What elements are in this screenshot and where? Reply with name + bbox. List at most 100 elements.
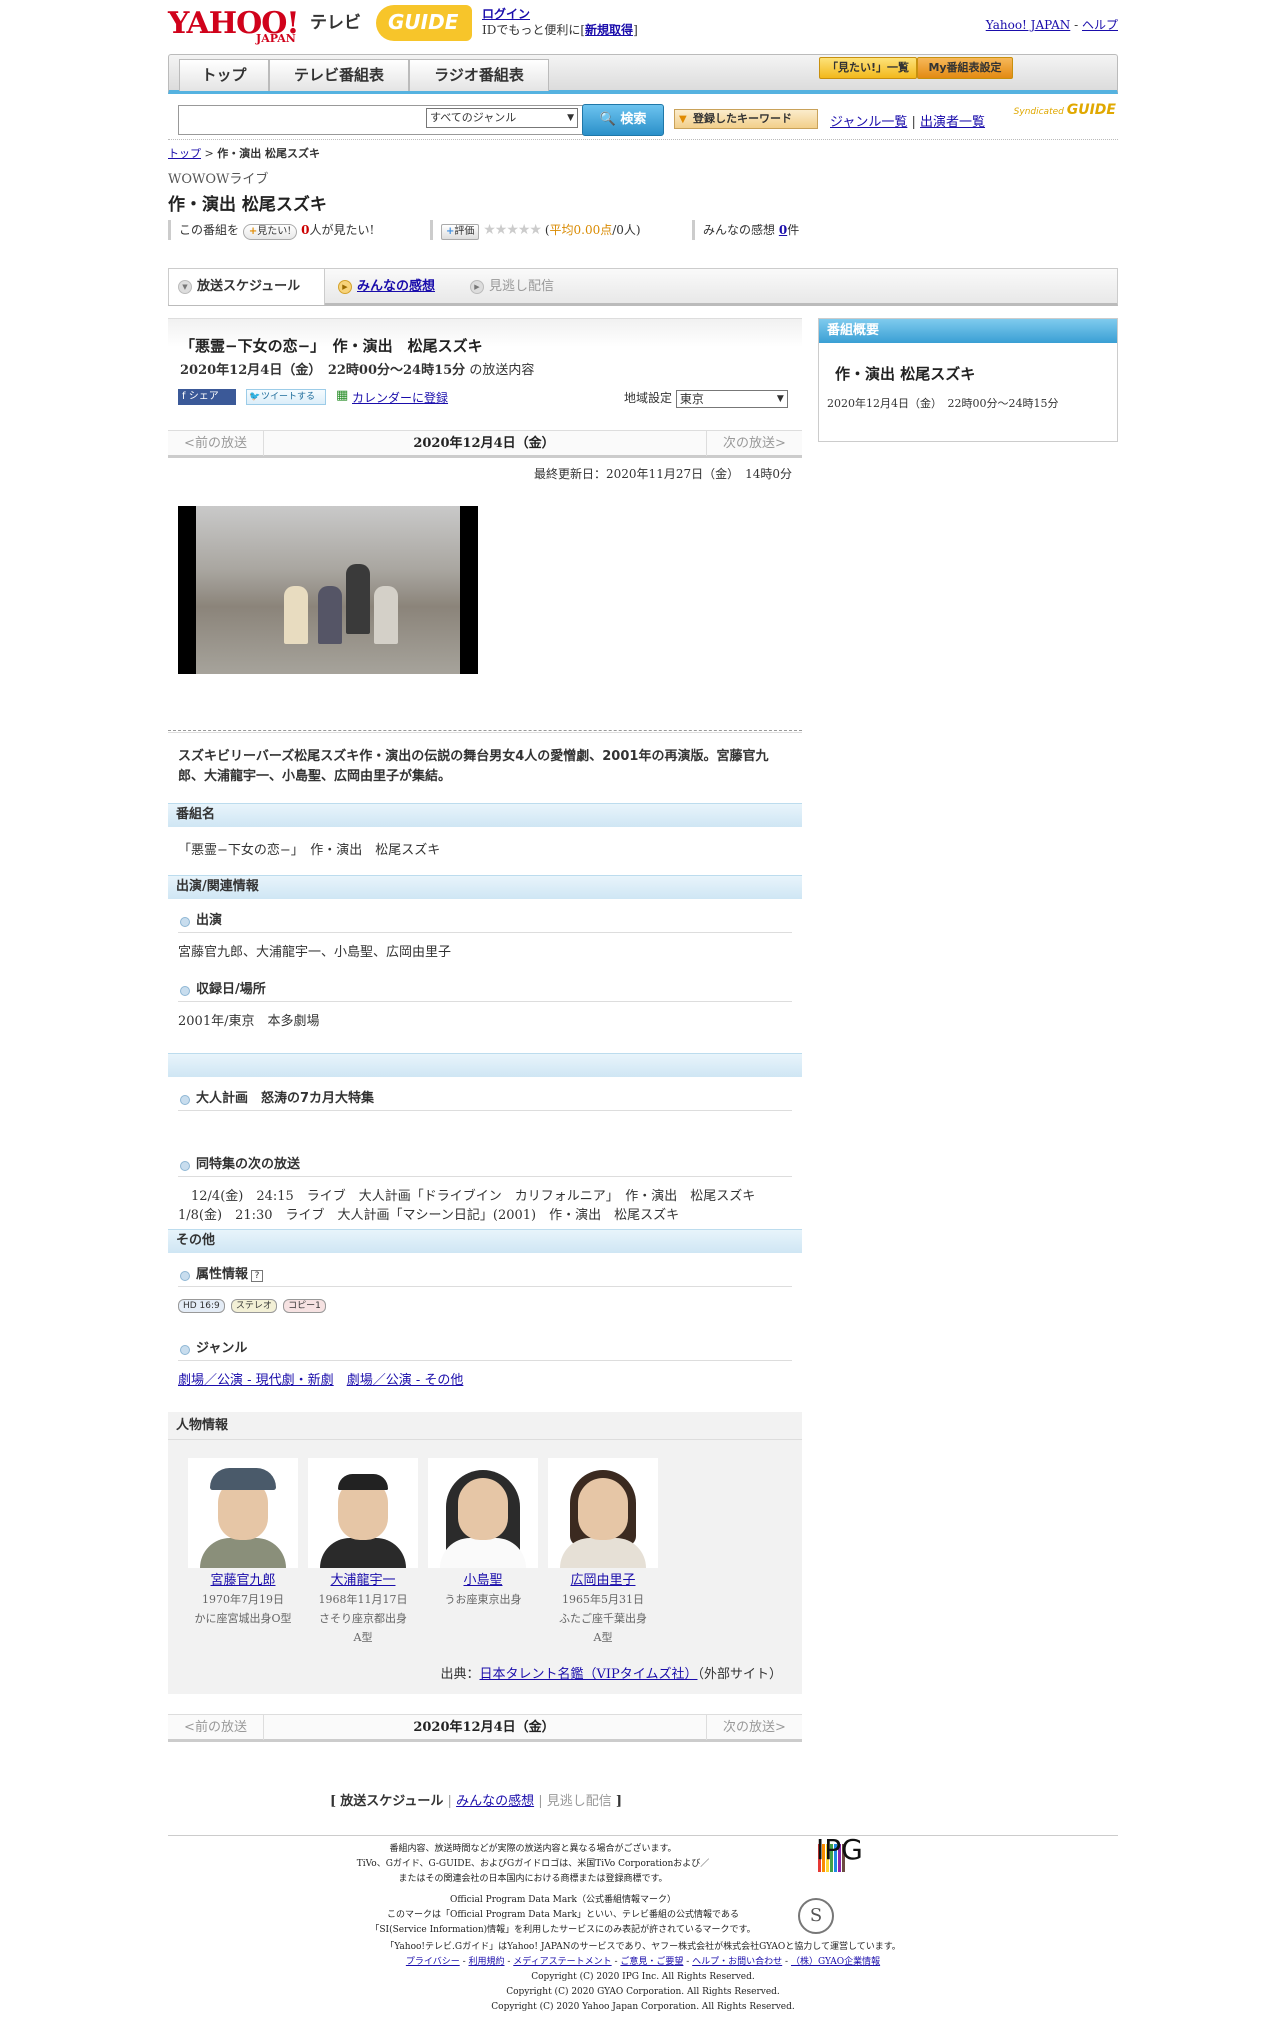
- performer-list-link[interactable]: 出演者一覧: [920, 115, 985, 130]
- photo-scene: [196, 506, 460, 674]
- sidebar-date: 2020年12月4日（金） 22時00分～24時15分: [827, 397, 1059, 410]
- breadcrumb-current: 作・演出 松尾スズキ: [217, 147, 321, 160]
- main-nav: トップ テレビ番組表 ラジオ番組表 「見たい!」一覧 My番組表設定: [168, 54, 1118, 94]
- impressions-label: みんなの感想: [703, 223, 776, 237]
- signup-link[interactable]: 新規取得: [585, 23, 633, 37]
- top-right-links: Yahoo! JAPAN - ヘルプ: [985, 18, 1118, 32]
- footer-line: 「SI(Service Information)情報」を利用したサービスにのみ表…: [370, 1925, 756, 1935]
- sidebar-header: 番組概要: [819, 319, 1117, 343]
- section-header-other: その他: [168, 1229, 802, 1253]
- cast-text: 宮藤官九郎、大浦龍宇一、小島聖、広岡由里子: [178, 945, 452, 960]
- tv-logo[interactable]: テレビ: [310, 8, 361, 33]
- chevron-down-icon: ▼: [178, 280, 192, 294]
- photo-head: [578, 1478, 628, 1540]
- next-broadcast-link[interactable]: 次の放送>: [706, 1715, 802, 1740]
- tweet-button[interactable]: ツイートする: [246, 389, 326, 405]
- record-text: 2001年/東京 本多劇場: [178, 1014, 320, 1029]
- ipg-logo: IPG: [776, 1833, 888, 1878]
- person-name-link[interactable]: 宮藤官九郎: [188, 1572, 298, 1590]
- copyright: Copyright (C) 2020 Yahoo Japan Corporati…: [491, 2002, 795, 2012]
- gguide-logo[interactable]: GUIDE: [376, 5, 472, 41]
- tab-missed[interactable]: ▶ 見逃し配信: [461, 269, 591, 304]
- calendar-link[interactable]: カレンダーに登録: [336, 388, 448, 406]
- syndicated-guide-text: GUIDE: [1066, 102, 1116, 118]
- person-name-link[interactable]: 小島聖: [428, 1572, 538, 1590]
- footer-line: このマークは「Official Program Data Mark」といい、テレ…: [387, 1910, 739, 1920]
- prev-broadcast-link[interactable]: <前の放送: [168, 431, 264, 456]
- tab-schedule[interactable]: ▼ 放送スケジュール: [169, 269, 325, 305]
- chevron-right-icon: ▶: [470, 280, 484, 294]
- bracket: [: [330, 1794, 337, 1809]
- person-blood: A型: [353, 1631, 373, 1644]
- person-photo[interactable]: [548, 1458, 658, 1568]
- prev-broadcast-link[interactable]: <前の放送: [168, 1715, 264, 1740]
- source-link[interactable]: 日本タレント名鑑（VIPタイムズ社）: [479, 1667, 697, 1682]
- photo-figure: [318, 586, 342, 644]
- my-bangumi-button[interactable]: My番組表設定: [917, 57, 1013, 79]
- current-broadcast-date: 2020年12月4日（金）: [413, 1720, 555, 1735]
- hat-icon: [210, 1468, 276, 1490]
- tab-missed-label: 見逃し配信: [489, 279, 555, 294]
- person-name-link[interactable]: 広岡由里子: [548, 1572, 658, 1590]
- region-select[interactable]: 東京: [675, 389, 788, 408]
- program-description: スズキビリーバーズ松尾スズキ作・演出の伝説の舞台男女4人の愛憎劇、2001年の再…: [178, 749, 769, 784]
- person-photo[interactable]: [428, 1458, 538, 1568]
- footer-link-feedback[interactable]: ご意見・ご要望: [620, 1957, 683, 1967]
- genre-link[interactable]: 劇場／公演 - その他: [347, 1373, 464, 1388]
- genre-list-link[interactable]: ジャンル一覧: [830, 115, 907, 130]
- mitai-list-button[interactable]: 「見たい!」一覧: [819, 57, 917, 79]
- nav-tab-top[interactable]: トップ: [179, 59, 269, 91]
- tab-schedule-label: 放送スケジュール: [197, 279, 301, 294]
- footer-link-privacy[interactable]: プライバシー: [406, 1957, 460, 1967]
- next-broadcast-link[interactable]: 次の放送>: [706, 431, 802, 456]
- yahoo-logo[interactable]: YAHOO! JAPAN: [168, 6, 300, 45]
- yahoo-japan-link[interactable]: Yahoo! JAPAN: [986, 18, 1071, 32]
- program-meta: この番組を +見たい! 0人が見たい! +評価 ★★★★★ (平均0.00点/0…: [168, 220, 1118, 240]
- people-source: 出典：日本タレント名鑑（VIPタイムズ社）（外部サイト）: [440, 1663, 782, 1682]
- bottom-tab-schedule[interactable]: 放送スケジュール: [340, 1794, 443, 1809]
- broadcast-header: 「悪霊−下女の恋−」 作・演出 松尾スズキ 2020年12月4日（金） 22時0…: [168, 318, 802, 430]
- impressions-count-link[interactable]: 0: [779, 223, 787, 237]
- login-note: IDでもっと便利に[: [482, 23, 586, 37]
- person-info: さそり座京都出身: [319, 1612, 407, 1625]
- bottom-tab-missed[interactable]: 見逃し配信: [547, 1794, 612, 1809]
- login-link[interactable]: ログイン: [482, 7, 530, 21]
- footer-link-media[interactable]: メディアステートメント: [513, 1957, 611, 1967]
- facebook-share-button[interactable]: f シェア: [178, 389, 236, 405]
- person-birth: うお座東京出身: [444, 1593, 522, 1606]
- tab-impressions[interactable]: ▶ みんなの感想: [329, 269, 459, 304]
- nav-tab-tv-schedule[interactable]: テレビ番組表: [269, 59, 409, 91]
- rating-button[interactable]: +評価: [441, 224, 480, 240]
- footer-link-gyao[interactable]: （株）GYAO企業情報: [791, 1957, 880, 1967]
- genre-link[interactable]: 劇場／公演 - 現代劇・新劇: [178, 1373, 334, 1388]
- footer-link-terms[interactable]: 利用規約: [468, 1957, 504, 1967]
- share-label: シェア: [188, 391, 219, 402]
- source-prefix: 出典：: [440, 1667, 480, 1682]
- separator: |: [538, 1794, 543, 1809]
- search-button[interactable]: 🔍 検索: [582, 104, 664, 136]
- person-photo[interactable]: [188, 1458, 298, 1568]
- nav-tab-radio-schedule[interactable]: ラジオ番組表: [409, 59, 549, 91]
- facebook-icon: f: [182, 391, 186, 402]
- footer: 番組内容、放送時間などが実際の放送内容と異なる場合がございます。 TiVo、Gガ…: [168, 1835, 1118, 2015]
- footer-link-help[interactable]: ヘルプ・お問い合わせ: [692, 1957, 782, 1967]
- photo-figure: [284, 586, 308, 644]
- footer-notice: 番組内容、放送時間などが実際の放送内容と異なる場合がございます。 TiVo、Gガ…: [168, 1842, 1118, 1887]
- impressions-segment: みんなの感想 0件: [692, 220, 799, 240]
- person-photo[interactable]: [308, 1458, 418, 1568]
- bottom-tab-impressions[interactable]: みんなの感想: [456, 1794, 534, 1809]
- plus-icon: +: [248, 226, 258, 237]
- mitai-button[interactable]: +見たい!: [242, 224, 298, 240]
- tab-impressions-label: みんなの感想: [357, 279, 436, 294]
- help-link[interactable]: ヘルプ: [1082, 18, 1118, 32]
- genre-select[interactable]: すべてのジャンル: [426, 108, 578, 128]
- source-suffix: （外部サイト）: [697, 1667, 782, 1682]
- ipg-logo-text: IPG: [816, 1833, 863, 1866]
- person-info: ふたご座千葉出身: [559, 1612, 647, 1625]
- next-broadcast-subheading: 同特集の次の放送: [178, 1155, 792, 1177]
- breadcrumb-top[interactable]: トップ: [168, 147, 201, 160]
- keyword-button[interactable]: 登録したキーワード: [674, 109, 818, 129]
- help-icon[interactable]: ?: [251, 1270, 264, 1282]
- photo-body: [560, 1538, 646, 1568]
- person-name-link[interactable]: 大浦龍宇一: [308, 1572, 418, 1590]
